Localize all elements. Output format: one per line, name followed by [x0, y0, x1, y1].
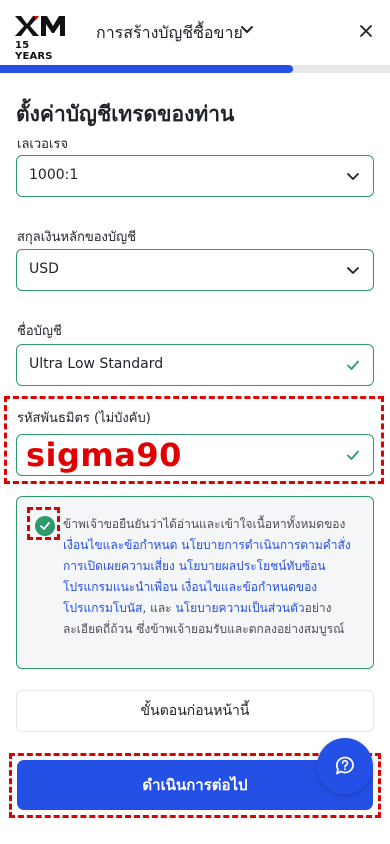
logo-years-text: 15 YEARS: [15, 40, 53, 62]
currency-label: สกุลเงินหลักของบัญชี: [17, 230, 137, 245]
terms-link-privacy-policy[interactable]: นโยบายความเป็นส่วนตัว: [175, 601, 304, 615]
page-title: ตั้งค่าบัญชีเทรดของท่าน: [16, 102, 235, 126]
chevron-down-icon[interactable]: [238, 21, 256, 39]
xm-logo: 15 YEARS: [14, 13, 68, 62]
account-name-label: ชื่อบัญชี: [17, 324, 62, 339]
close-button[interactable]: [354, 19, 378, 43]
check-icon: [40, 522, 50, 530]
close-icon: [360, 25, 372, 37]
check-icon: [347, 450, 359, 460]
terms-link-conflicts-policy[interactable]: นโยบายผลประโยชน์ทับซ้อน: [179, 559, 326, 573]
terms-link-risk-disclosure[interactable]: การเปิดเผยความเสี่ยง: [63, 559, 175, 573]
chevron-down-icon: [347, 267, 359, 274]
account-name-input[interactable]: Ultra Low Standard: [16, 344, 374, 386]
header-title[interactable]: การสร้างบัญชีซื้อขาย: [96, 21, 243, 46]
chat-help-icon: [336, 756, 354, 775]
terms-link-referral-program[interactable]: โปรแกรมแนะนำเพื่อน: [63, 580, 178, 594]
terms-link-conditions[interactable]: เงื่อนไขและข้อกำหนด: [63, 538, 177, 552]
terms-text: ข้าพเจ้าขอยืนยันว่าได้อ่านและเข้าใจเนื้อ…: [63, 514, 359, 640]
leverage-value: 1000:1: [29, 167, 79, 183]
check-icon: [347, 360, 359, 370]
progress-bar: [0, 65, 390, 73]
leverage-select[interactable]: 1000:1: [16, 155, 374, 197]
leverage-label: เลเวอเรจ: [17, 137, 69, 152]
referral-input[interactable]: sigma90: [16, 434, 374, 476]
terms-checkbox[interactable]: [35, 516, 55, 536]
previous-step-button[interactable]: ขั้นตอนก่อนหน้านี้: [16, 690, 374, 732]
terms-text-part: ข้าพเจ้าขอยืนยันว่าได้อ่านและเข้าใจเนื้อ…: [63, 517, 346, 531]
terms-text-part: , และ: [142, 601, 176, 615]
account-name-value: Ultra Low Standard: [29, 356, 164, 372]
chevron-down-icon: [347, 173, 359, 180]
terms-link-execution-policy[interactable]: นโยบายการดำเนินการตามคำสั่ง: [181, 538, 350, 552]
chat-help-button[interactable]: [317, 738, 373, 794]
xm-logo-mark: [15, 16, 65, 36]
referral-value: sigma90: [26, 436, 182, 474]
referral-label: รหัสพันธมิตร (ไม่บังคับ): [17, 411, 151, 426]
currency-value: USD: [29, 261, 59, 277]
top-header: 15 YEARS การสร้างบัญชีซื้อขาย: [0, 0, 390, 64]
terms-box: ข้าพเจ้าขอยืนยันว่าได้อ่านและเข้าใจเนื้อ…: [16, 496, 374, 669]
currency-select[interactable]: USD: [16, 249, 374, 291]
progress-bar-fill: [0, 65, 293, 73]
